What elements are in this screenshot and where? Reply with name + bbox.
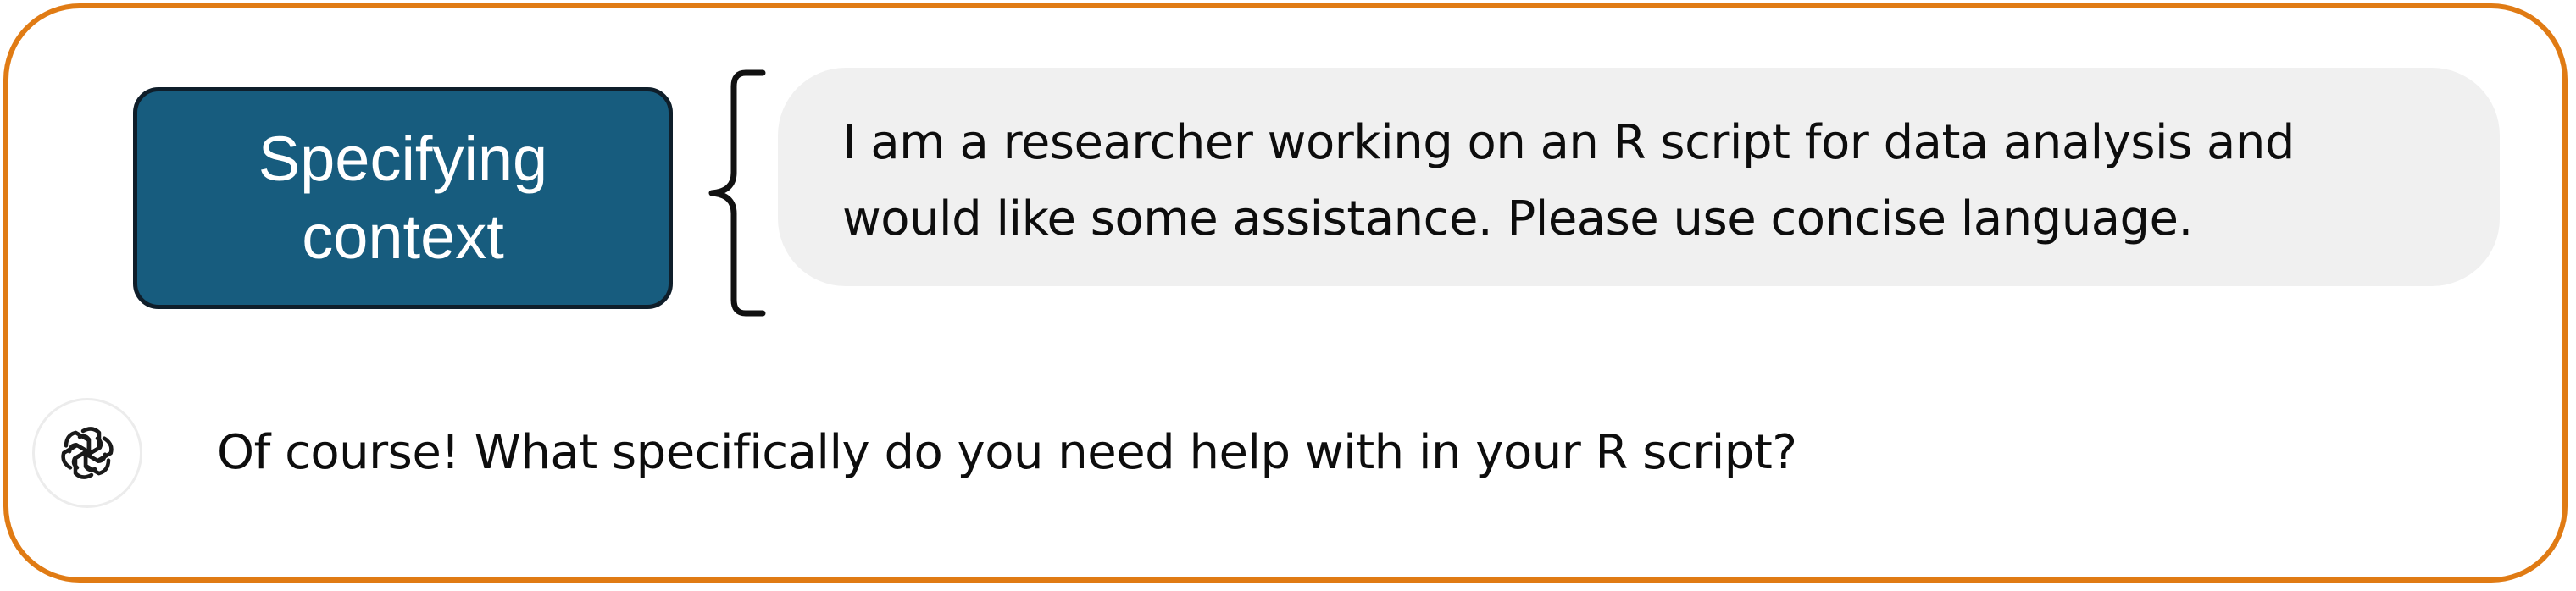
specifying-context-label-box: Specifying context [133,87,673,309]
context-label-line-2: context [302,202,504,272]
user-message-bubble: I am a researcher working on an R script… [778,68,2500,286]
context-label-line-1: Specifying [258,124,548,194]
curly-brace-icon [708,69,766,317]
chatgpt-logo-icon [58,427,117,483]
assistant-message-text: Of course! What specifically do you need… [217,425,1797,480]
user-message-text: I am a researcher working on an R script… [842,115,2295,246]
specifying-context-label: Specifying context [183,120,624,276]
assistant-avatar [32,398,142,508]
